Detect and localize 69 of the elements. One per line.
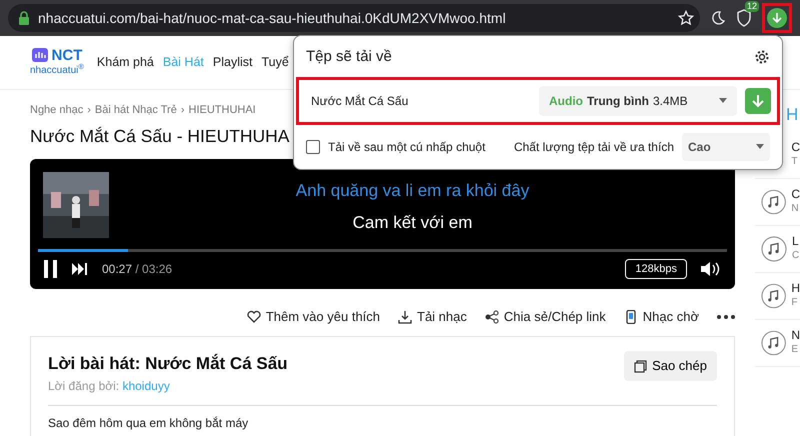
address-bar[interactable]: nhaccuatui.com/bai-hat/nuoc-mat-ca-sau-hieuthuhai.0KdUM2XVMwoo.html: [8, 4, 700, 32]
artist-name: T: [791, 155, 798, 170]
extension-badge: 12: [745, 1, 760, 12]
logo-subtitle: nhaccuatui$^{®}$: [30, 62, 84, 78]
action-button[interactable]: Chia sẻ/Chép link: [484, 306, 606, 326]
music-note-icon: [761, 330, 786, 356]
shield-icon[interactable]: [736, 8, 752, 27]
artist-name: N: [791, 202, 800, 216]
logo-text: NCT: [52, 48, 82, 62]
star-icon[interactable]: [678, 10, 694, 26]
artist-name: F: [791, 296, 798, 310]
next-track-icon[interactable]: [72, 263, 88, 275]
volume-icon[interactable]: [701, 261, 721, 277]
artist-name: E: [791, 343, 799, 358]
song-title: N: [791, 328, 800, 342]
music-note-icon: [761, 236, 787, 262]
caret-icon: [756, 144, 764, 149]
action-button[interactable]: Nhạc chờ: [624, 306, 699, 326]
caret-icon: [719, 98, 727, 103]
action-button[interactable]: Tải nhạc: [398, 306, 467, 326]
download-icon: [398, 310, 412, 324]
moon-icon[interactable]: [710, 10, 726, 26]
arrow-down-icon: [751, 94, 765, 108]
action-button[interactable]: Thêm vào yêu thích: [246, 306, 380, 326]
nav-link[interactable]: Tuyể: [261, 53, 289, 72]
checkbox-label: Tải về sau một cú nhấp chuột: [328, 138, 486, 156]
url-text: nhaccuatui.com/bai-hat/nuoc-mat-ca-sau-hieuthuhai.0KdUM2XVMwoo.html: [38, 8, 506, 28]
arrow-down-icon: [771, 12, 783, 24]
lyrics-title: Lời bài hát: Nước Mắt Cá Sấu: [48, 352, 288, 376]
preference-select[interactable]: Cao: [682, 132, 770, 160]
lyric-line: Sao đêm hôm qua em không bắt máy: [48, 404, 717, 436]
popup-title: Tệp sẽ tải về: [306, 47, 392, 67]
nav-link[interactable]: Khám phá: [96, 53, 154, 72]
settings-icon[interactable]: [754, 49, 770, 66]
more-icon[interactable]: [717, 314, 735, 318]
time-display: 00:27 / 03:26: [102, 261, 172, 278]
nav-link[interactable]: Playlist: [212, 53, 252, 72]
copy-icon: [634, 360, 648, 372]
breadcrumb-link[interactable]: Bài hát Nhạc Trẻ: [94, 102, 177, 118]
download-button[interactable]: [767, 8, 787, 28]
quality-select[interactable]: Audio Trung bình 3.4MB: [539, 86, 737, 116]
logo-icon: [32, 48, 48, 62]
section-heading: H: [786, 104, 800, 126]
checkbox[interactable]: [306, 140, 320, 154]
heart-icon: [246, 310, 261, 324]
copy-button[interactable]: Sao chép: [624, 351, 717, 381]
song-title: H: [791, 280, 800, 296]
song-title: C: [791, 140, 800, 154]
lock-icon: [18, 11, 30, 25]
phone-icon: [624, 310, 638, 324]
breadcrumb-separator: ›: [180, 103, 184, 118]
next-lyric: Cam kết với em: [352, 212, 474, 234]
progress-bar[interactable]: [38, 248, 727, 252]
share-icon: [484, 310, 499, 324]
artist-name: C: [792, 249, 800, 264]
file-name: Nước Mắt Cá Sấu: [311, 92, 410, 110]
breadcrumb-link[interactable]: Nghe nhạc: [30, 102, 84, 118]
posted-by-label: Lời đăng bởi:: [48, 378, 120, 393]
pause-icon[interactable]: [44, 260, 58, 278]
bitrate-button[interactable]: 128kbps: [625, 258, 687, 280]
song-title: L: [792, 234, 800, 248]
song-title: Nước Mắt Cá Sấu - HIEUTHUHA: [30, 124, 290, 148]
preference-label: Chất lượng tệp tải về ưa thích: [514, 138, 674, 156]
music-note-icon: [761, 188, 786, 214]
breadcrumb-separator: ›: [87, 103, 91, 118]
current-lyric: Anh quăng va li em ra khỏi đây: [294, 180, 530, 202]
music-note-icon: [761, 282, 786, 308]
song-title: C: [791, 186, 800, 202]
breadcrumb-link[interactable]: HIEUTHUHAI: [188, 102, 256, 118]
